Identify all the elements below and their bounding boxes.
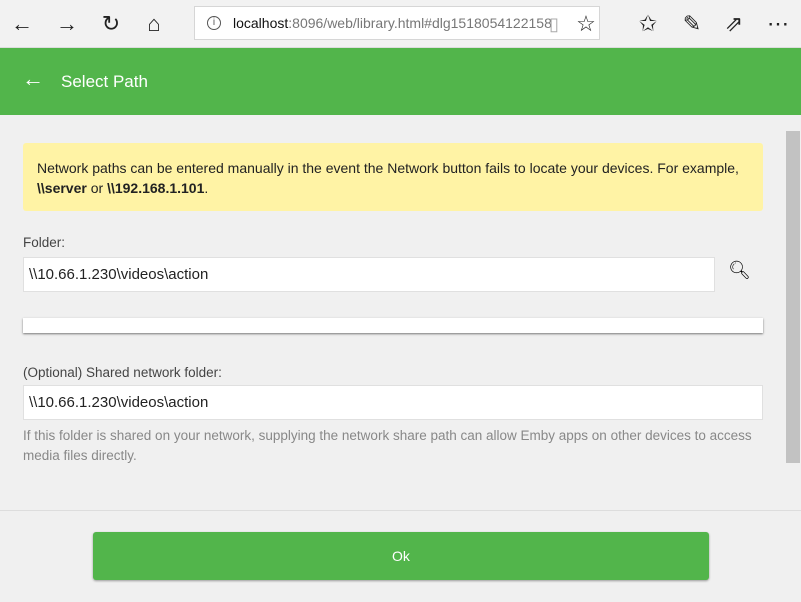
ok-button[interactable]: Ok: [93, 532, 709, 580]
scrollbar-thumb[interactable]: [786, 131, 800, 463]
more-icon[interactable]: ⋯: [762, 8, 794, 40]
shared-folder-help: If this folder is shared on your network…: [23, 428, 752, 463]
forward-icon[interactable]: →: [51, 8, 83, 40]
refresh-icon[interactable]: ↻: [95, 8, 127, 40]
home-icon[interactable]: ⌂: [138, 8, 170, 40]
folder-label: Folder:: [23, 235, 66, 250]
shared-folder-label: (Optional) Shared network folder:: [23, 365, 222, 380]
reading-view-icon[interactable]: ▯: [538, 8, 570, 40]
dialog-footer: Ok: [0, 510, 801, 602]
browser-toolbar: ← → ↻ ⌂ i localhost:8096/web/library.htm…: [0, 0, 801, 48]
back-icon[interactable]: ←: [6, 8, 38, 40]
info-icon[interactable]: i: [207, 16, 221, 30]
search-icon[interactable]: 🔍︎: [728, 260, 751, 281]
favorites-list-icon[interactable]: ✩: [632, 8, 664, 40]
directory-list[interactable]: [23, 318, 763, 333]
dialog-back-icon[interactable]: ←: [22, 66, 44, 92]
share-icon[interactable]: ⇗: [718, 8, 750, 40]
pen-icon[interactable]: ✎: [676, 8, 708, 40]
dialog-title: Select Path: [61, 72, 148, 91]
dialog-content: Network paths can be entered manually in…: [0, 115, 785, 510]
shared-folder-input[interactable]: \\10.66.1.230\videos\action: [23, 385, 763, 420]
scrollbar[interactable]: [785, 115, 801, 510]
network-path-note: Network paths can be entered manually in…: [23, 143, 763, 211]
dialog-header: ← Select Path: [0, 48, 801, 115]
favorite-star-icon[interactable]: ☆: [570, 8, 602, 40]
folder-input[interactable]: \\10.66.1.230\videos\action: [23, 257, 715, 292]
